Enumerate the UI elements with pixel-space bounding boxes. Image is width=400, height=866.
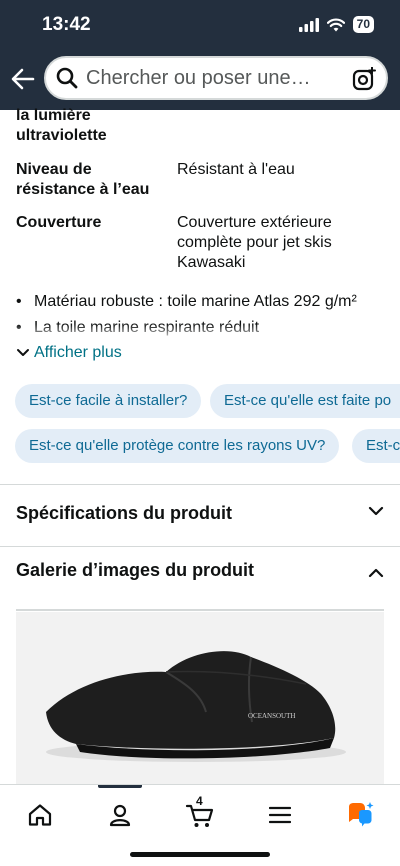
gallery-section-title[interactable]: Galerie d’images du produit xyxy=(16,560,254,581)
tab-menu[interactable] xyxy=(260,795,300,835)
home-indicator xyxy=(130,852,270,857)
chevron-down-icon xyxy=(17,349,29,356)
tab-home[interactable] xyxy=(20,795,60,835)
tab-account[interactable] xyxy=(100,795,140,835)
wifi-icon xyxy=(326,18,345,31)
list-item: Matériau robuste : toile marine Atlas 29… xyxy=(16,290,386,316)
spec-row: la lumière ultraviolette xyxy=(16,106,386,146)
rufus-assistant-icon xyxy=(349,802,374,827)
spec-row: Niveau de résistance à l’eau Résistant à… xyxy=(16,160,386,200)
chevron-down-icon[interactable] xyxy=(368,505,384,517)
battery-indicator: 70 xyxy=(352,16,374,33)
tab-assistant[interactable] xyxy=(340,795,380,835)
search-input[interactable]: Chercher ou poser une… xyxy=(44,56,388,100)
spec-row: Couverture Couverture extérieure complèt… xyxy=(16,213,386,275)
section-divider xyxy=(0,546,400,547)
spec-key: la lumière ultraviolette xyxy=(16,107,107,144)
section-divider xyxy=(0,484,400,485)
show-more-label: Afficher plus xyxy=(34,344,122,361)
status-icons: 70 xyxy=(298,16,374,33)
signal-icon xyxy=(298,17,319,32)
camera-scan-icon[interactable] xyxy=(352,67,376,91)
home-icon xyxy=(28,804,52,826)
spec-key: Couverture xyxy=(16,214,102,231)
chevron-up-icon[interactable] xyxy=(368,567,384,579)
spec-key: Niveau de résistance à l’eau xyxy=(16,161,150,198)
active-tab-indicator xyxy=(98,785,142,788)
question-chip[interactable]: Est-c xyxy=(352,429,400,463)
gallery-top-border xyxy=(16,609,384,611)
jet-ski-cover-image: OCEANSOUTH xyxy=(16,612,384,784)
status-time: 13:42 xyxy=(42,14,91,35)
show-more-link[interactable]: Afficher plus xyxy=(16,344,122,362)
specs-section-title[interactable]: Spécifications du produit xyxy=(16,503,232,524)
spec-value: Résistant à l'eau xyxy=(177,161,295,178)
top-header: 13:42 70 Chercher ou poser une… xyxy=(0,0,400,110)
question-chip[interactable]: Est-ce facile à installer? xyxy=(15,384,202,418)
tab-cart[interactable]: 4 xyxy=(180,794,220,835)
search-placeholder: Chercher ou poser une… xyxy=(86,66,311,89)
cart-count-badge: 4 xyxy=(196,794,203,808)
spec-value: Couverture extérieure complète pour jet … xyxy=(177,214,332,271)
back-arrow-icon[interactable] xyxy=(8,64,38,94)
product-image[interactable]: OCEANSOUTH xyxy=(16,612,384,784)
search-icon xyxy=(56,67,78,89)
menu-icon xyxy=(269,806,291,824)
user-icon xyxy=(109,804,131,827)
text-fade xyxy=(0,324,400,342)
question-chip[interactable]: Est-ce qu'elle est faite po xyxy=(210,384,400,418)
svg-text:OCEANSOUTH: OCEANSOUTH xyxy=(248,712,295,720)
question-chip[interactable]: Est-ce qu'elle protège contre les rayons… xyxy=(15,429,340,463)
